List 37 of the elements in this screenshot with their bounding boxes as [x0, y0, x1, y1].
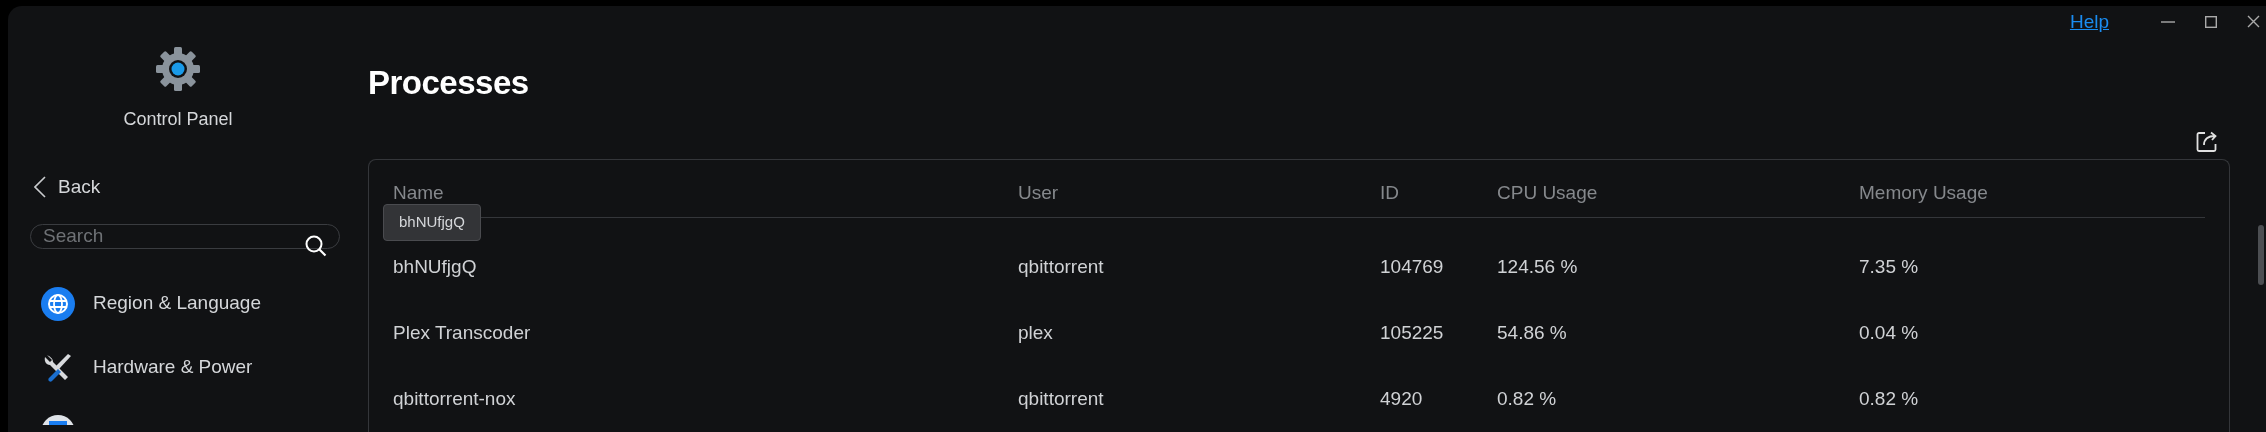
column-header[interactable]: ID [1380, 178, 1399, 207]
minimize-icon[interactable] [2161, 20, 2175, 23]
table-cell-text: bhNUfjgQ [393, 254, 477, 279]
back-button[interactable]: Back [34, 173, 101, 202]
close-icon[interactable] [2247, 15, 2260, 29]
table-cell-text: 0.04 % [1859, 320, 1919, 345]
export-icon[interactable] [2196, 131, 2218, 153]
scrollbar[interactable] [2258, 225, 2264, 285]
gear-icon [155, 46, 201, 92]
help-link[interactable]: Help [2069, 7, 2109, 36]
page-title: Processes [368, 62, 529, 103]
table-cell-text: 4920 [1380, 386, 1423, 411]
search-field[interactable]: Search [30, 223, 340, 249]
chevron-left-icon [34, 176, 46, 199]
sidebar-item[interactable]: Hardware & Power [93, 353, 253, 382]
column-header[interactable]: Memory Usage [1859, 178, 1988, 207]
search-icon [304, 233, 328, 258]
column-header[interactable]: CPU Usage [1497, 178, 1598, 207]
table-cell-text: qbittorrent [1018, 386, 1104, 411]
tooltip: bhNUfjgQ [383, 204, 481, 241]
globe-icon [41, 286, 75, 321]
maximize-icon[interactable] [2205, 15, 2217, 28]
table-cell-text: 54.86 % [1497, 320, 1567, 345]
table-cell-text: qbittorrent [1018, 254, 1104, 279]
table-cell-text: 0.82 % [1859, 386, 1919, 411]
table-cell-text: 104769 [1380, 254, 1444, 279]
table-cell-text: 0.82 % [1497, 386, 1557, 411]
table-cell-text: 7.35 % [1859, 254, 1919, 279]
column-header[interactable]: User [1018, 178, 1059, 207]
column-header[interactable]: Name [393, 178, 444, 207]
sidebar-item[interactable]: Region & Language [93, 289, 261, 318]
table-cell-text: 105225 [1380, 320, 1444, 345]
table-cell-text: 124.56 % [1497, 254, 1578, 279]
table-cell-text: qbittorrent-nox [393, 386, 516, 411]
table-cell-text: Plex Transcoder [393, 320, 531, 345]
app-title: Control Panel [123, 108, 233, 131]
table-cell-text: plex [1018, 320, 1053, 345]
